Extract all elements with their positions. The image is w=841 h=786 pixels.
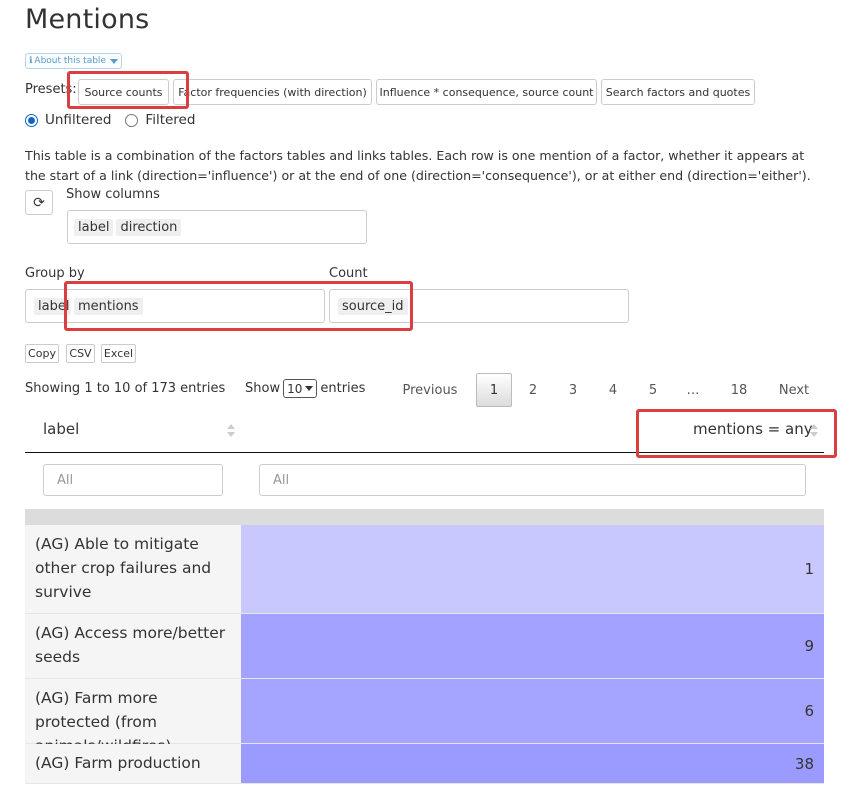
row-label: (AG) Access more/better seeds	[25, 614, 241, 678]
table-row[interactable]: (AG) Access more/better seeds 9	[25, 614, 824, 679]
group-by-select[interactable]: label mentions	[25, 289, 325, 323]
table-row[interactable]: (AG) Farm more protected (from animals/w…	[25, 679, 824, 755]
row-value: 9	[241, 614, 824, 678]
table-description: This table is a combination of the facto…	[25, 148, 811, 183]
row-label: (AG) Farm more protected (from animals/w…	[25, 679, 241, 755]
preset-search-factors-button[interactable]: Search factors and quotes	[601, 79, 755, 105]
pagination-page-current[interactable]: 1	[476, 373, 512, 407]
count-chip[interactable]: source_id	[338, 297, 408, 315]
excel-button[interactable]: Excel	[101, 344, 136, 363]
pagination-previous[interactable]: Previous	[398, 373, 462, 407]
pagination-page[interactable]: 3	[561, 373, 585, 407]
count-select[interactable]: source_id	[329, 289, 629, 323]
pagination-page[interactable]: 4	[601, 373, 625, 407]
radio-unfiltered-label[interactable]: Unfiltered	[45, 112, 111, 128]
sort-icon[interactable]	[227, 424, 235, 438]
row-value: 1	[241, 525, 824, 613]
label-filter-input[interactable]: All	[43, 464, 223, 496]
row-label: (AG) Farm production	[25, 744, 241, 783]
show-columns-label: Show columns	[66, 187, 160, 202]
length-control: Show 10 entries	[245, 379, 365, 398]
preset-factor-frequencies-button[interactable]: Factor frequencies (with direction)	[173, 79, 372, 105]
caret-down-icon	[109, 58, 118, 64]
presets-label: Presets:	[25, 82, 77, 97]
header-divider	[25, 452, 824, 453]
page-length-select[interactable]: 10	[283, 379, 318, 398]
radio-filtered-label[interactable]: Filtered	[145, 112, 195, 128]
csv-button[interactable]: CSV	[66, 344, 95, 363]
count-label: Count	[329, 266, 368, 281]
group-chip[interactable]: mentions	[74, 297, 143, 315]
pagination-next[interactable]: Next	[772, 373, 816, 407]
table-info: Showing 1 to 10 of 173 entries	[25, 381, 226, 396]
about-table-button[interactable]: ℹ About this table	[25, 53, 122, 69]
group-chip[interactable]: label	[34, 297, 71, 315]
about-table-label: About this table	[34, 56, 106, 66]
entries-label: entries	[320, 381, 366, 396]
info-icon: ℹ	[29, 56, 33, 66]
column-chip[interactable]: direction	[116, 218, 182, 236]
page-length-value: 10	[287, 381, 303, 396]
table-row[interactable]: (AG) Farm production 38	[25, 744, 824, 784]
show-columns-select[interactable]: label direction	[67, 210, 367, 244]
refresh-icon: ⟳	[33, 194, 45, 211]
preset-influence-consequence-button[interactable]: Influence * consequence, source count	[376, 79, 597, 105]
refresh-button[interactable]: ⟳	[25, 190, 53, 215]
column-header-mentions[interactable]: mentions = any	[693, 420, 813, 438]
radio-unfiltered[interactable]	[25, 113, 38, 127]
mentions-filter-input[interactable]: All	[259, 464, 806, 496]
row-value: 38	[241, 744, 824, 783]
pagination-page[interactable]: 2	[521, 373, 545, 407]
pagination-ellipsis: …	[686, 382, 700, 398]
column-header-label[interactable]: label	[43, 420, 79, 438]
pagination-page[interactable]: 18	[726, 373, 752, 407]
row-label: (AG) Able to mitigate other crop failure…	[25, 525, 241, 613]
column-chip[interactable]: label	[74, 218, 114, 236]
preset-source-counts-button[interactable]: Source counts	[78, 79, 169, 105]
sort-icon[interactable]	[810, 424, 818, 438]
filter-mode-radio-group: Unfiltered Filtered	[25, 112, 195, 128]
row-value: 6	[241, 679, 824, 743]
table-row[interactable]: (AG) Able to mitigate other crop failure…	[25, 525, 824, 614]
radio-filtered[interactable]	[125, 113, 139, 127]
show-label: Show	[245, 381, 281, 396]
chevron-down-icon	[305, 386, 314, 391]
table-top-band	[25, 509, 824, 525]
copy-button[interactable]: Copy	[25, 344, 59, 363]
pagination-page[interactable]: 5	[641, 373, 665, 407]
group-by-label: Group by	[25, 266, 85, 281]
page-title: Mentions	[25, 4, 150, 35]
